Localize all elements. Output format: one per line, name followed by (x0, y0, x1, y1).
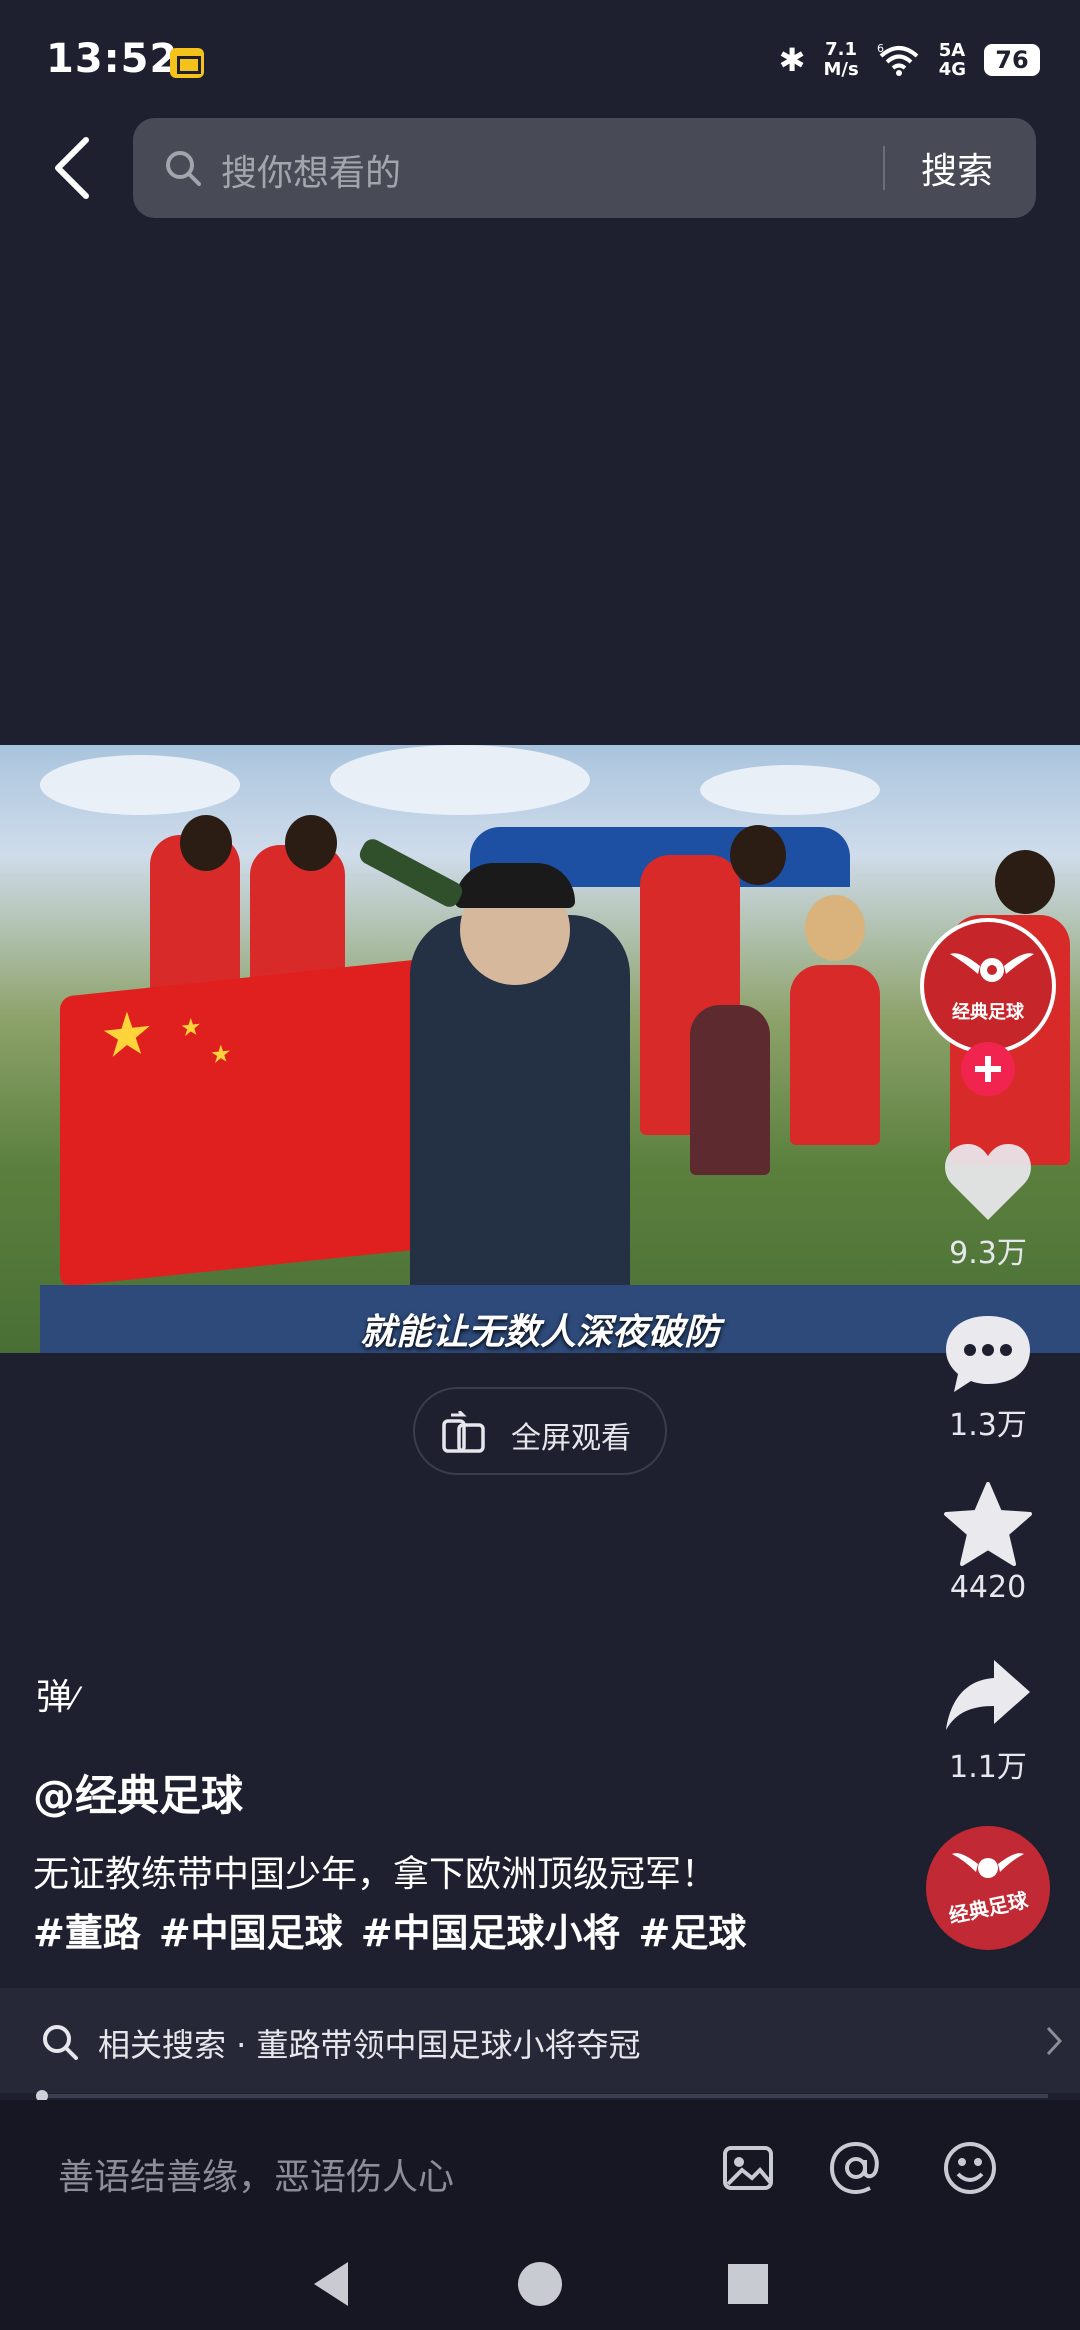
wifi-icon: 6 (877, 42, 919, 76)
favorite-count: 4420 (949, 1570, 1027, 1605)
status-indicators: ✱ 7.1 M/s 6 5A 4G 76 (779, 40, 1040, 80)
emoji-icon[interactable] (942, 2140, 998, 2196)
video-scene-cloud (40, 755, 240, 815)
fullscreen-icon (442, 1411, 485, 1453)
nav-home-icon[interactable] (510, 2254, 570, 2314)
video-progress-bar[interactable] (36, 2090, 1048, 2102)
video-scene-head (730, 825, 786, 885)
video-scene-head (805, 895, 865, 961)
creator-avatar[interactable]: 经典足球 (920, 918, 1056, 1054)
at-icon[interactable] (828, 2140, 884, 2196)
search-input[interactable]: 搜你想看的 (221, 144, 401, 196)
video-subtitle: 就能让无数人深夜破防 (359, 1312, 720, 1353)
message-notification-icon (170, 48, 204, 78)
video-scene-head (285, 815, 337, 871)
hashtag[interactable]: #中国足球 (159, 1902, 343, 1957)
comment-bubble-icon (946, 1316, 1030, 1392)
video-scene-player (690, 1005, 770, 1175)
star-icon (944, 1482, 1032, 1566)
video-scene-man-cap (455, 863, 575, 908)
post-tags: #董路 #中国足球 #中国足球小将 #足球 (33, 1902, 746, 1957)
cellular-signal-icon: 5A 4G (938, 40, 966, 80)
system-nav-bar (0, 2230, 1080, 2330)
share-button[interactable]: 1.1万 (932, 1654, 1044, 1786)
nav-recents-icon[interactable] (718, 2254, 778, 2314)
back-arrow-icon[interactable] (46, 132, 100, 204)
bluetooth-icon: ✱ (778, 41, 806, 79)
avatar-label: 经典足球 (952, 1002, 1024, 1023)
share-count: 1.1万 (949, 1750, 1027, 1785)
video-scene-head (995, 850, 1055, 914)
post-description: 无证教练带中国少年，拿下欧洲顶级冠军！ (33, 1854, 718, 1895)
comment-button[interactable]: 1.3万 (932, 1312, 1044, 1444)
image-icon[interactable] (720, 2140, 776, 2196)
danmaku-slash-icon: ⁄ (72, 1682, 78, 1717)
wings-logo-icon (952, 1853, 1024, 1878)
share-arrow-icon (946, 1660, 1030, 1730)
nav-back-icon[interactable] (302, 2254, 362, 2314)
battery-indicator: 76 (984, 44, 1040, 76)
related-search-label: 相关搜索 · 董路带领中国足球小将夺冠 (98, 2026, 641, 2064)
search-divider (883, 146, 885, 190)
status-bar: 13:52 ✱ 7.1 M/s 6 5A 4G 76 (0, 0, 1080, 110)
hashtag[interactable]: #中国足球小将 (361, 1902, 621, 1957)
danmaku-toggle-button[interactable]: 弹⁄ (36, 1668, 112, 1738)
video-scene-cloud (700, 765, 880, 815)
video-scene-bottle (356, 835, 466, 911)
favorite-button[interactable]: 4420 (932, 1482, 1044, 1605)
status-time: 13:52 (46, 36, 179, 82)
chevron-right-icon (1046, 2026, 1063, 2056)
search-icon (166, 151, 201, 186)
follow-button[interactable] (961, 1042, 1015, 1096)
hashtag[interactable]: #足球 (639, 1902, 747, 1957)
search-icon (43, 2025, 78, 2060)
related-search-bar[interactable]: 相关搜索 · 董路带领中国足球小将夺冠 (0, 1988, 1080, 2093)
video-player[interactable]: ★ ★ ★ 就能让无数人深夜破防 (0, 745, 1080, 1353)
wings-logo-icon (950, 953, 1034, 982)
fullscreen-button[interactable]: 全屏观看 (413, 1387, 667, 1475)
app-screen: 13:52 ✱ 7.1 M/s 6 5A 4G 76 搜你想看的 搜索 ★ ★ … (0, 0, 1080, 2330)
danmaku-label: 弹 (36, 1677, 73, 1718)
search-submit-button[interactable]: 搜索 (921, 142, 993, 194)
comment-input[interactable]: 善语结善缘，恶语伤人心 (58, 2148, 454, 2200)
network-speed: 7.1 M/s (823, 39, 859, 80)
like-button[interactable]: 9.3万 (932, 1140, 1044, 1272)
hashtag[interactable]: #董路 (33, 1902, 141, 1957)
search-bar[interactable]: 搜你想看的 搜索 (133, 118, 1036, 218)
comment-bar: 善语结善缘，恶语伤人心 (0, 2100, 1080, 2230)
svg-text:6: 6 (877, 42, 884, 55)
comment-count: 1.3万 (949, 1408, 1027, 1443)
heart-icon (945, 1144, 1031, 1220)
like-count: 9.3万 (949, 1236, 1027, 1271)
video-scene-cloud (330, 745, 590, 815)
fullscreen-label: 全屏观看 (511, 1421, 631, 1456)
video-scene-head (180, 815, 232, 871)
video-scene-player (790, 965, 880, 1145)
author-name[interactable]: @经典足球 (33, 1762, 243, 1823)
music-disc[interactable]: 经典足球 (926, 1826, 1050, 1950)
